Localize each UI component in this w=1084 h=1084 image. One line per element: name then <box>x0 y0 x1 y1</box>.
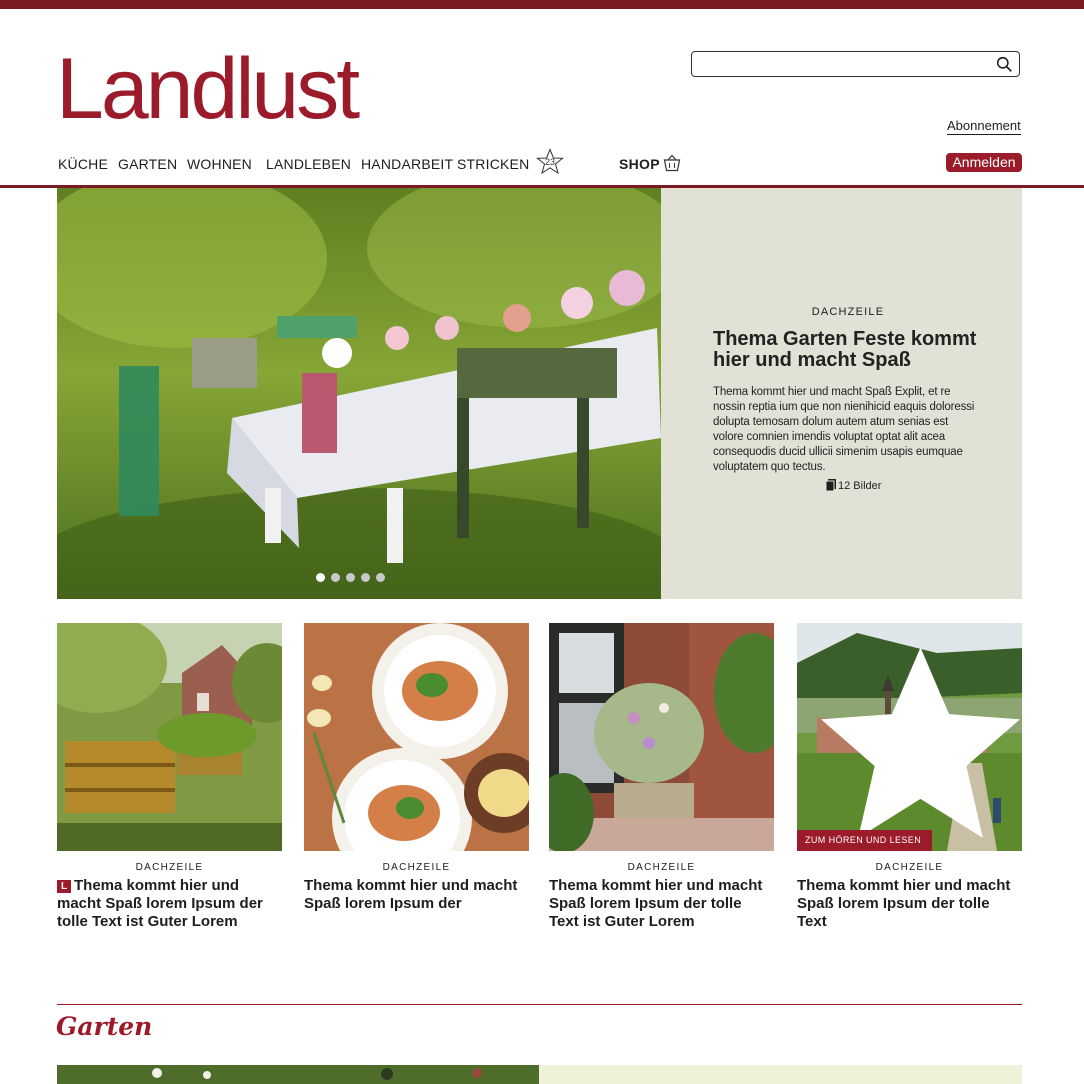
favorites-count: 23 <box>544 157 555 167</box>
section-divider <box>57 1004 1022 1005</box>
search-icon[interactable] <box>996 56 1013 73</box>
login-button[interactable]: Anmelden <box>946 153 1022 172</box>
card-kicker: DACHZEILE <box>627 862 696 873</box>
landlust-logo[interactable]: Landlust <box>56 34 386 148</box>
logo-wordmark: Landlust <box>56 41 360 137</box>
card-title[interactable]: Thema kommt hier und macht Spaß lorem Ip… <box>797 877 1022 931</box>
card-kicker: DACHZEILE <box>382 862 451 873</box>
nav-item-stricken[interactable]: STRICKEN <box>457 156 529 172</box>
slider-dot-4[interactable] <box>361 573 370 582</box>
gallery-icon <box>826 479 836 491</box>
hero-title[interactable]: Thema Garten Feste kommt hier und macht … <box>713 329 983 371</box>
shop-link[interactable]: SHOP <box>619 156 660 172</box>
card-title[interactable]: Thema kommt hier und macht Spaß lorem Ip… <box>549 877 774 931</box>
audio-read-badge: ZUM HÖREN UND LESEN <box>797 830 933 851</box>
article-card[interactable]: DACHZEILE Thema kommt hier und macht Spa… <box>304 623 529 913</box>
article-card[interactable]: ZUM HÖREN UND LESEN DACHZEILE Thema komm… <box>797 623 1022 931</box>
hero-kicker: DACHZEILE <box>811 306 885 318</box>
section-title-garten[interactable]: Garten <box>56 1012 152 1041</box>
card-title[interactable]: L Thema kommt hier und macht Spaß lorem I… <box>57 877 282 931</box>
top-accent-bar <box>0 0 1084 9</box>
search-box[interactable] <box>691 51 1020 77</box>
card-image-flower-bouquet[interactable] <box>549 623 774 851</box>
card-title[interactable]: Thema kommt hier und macht Spaß lorem Ip… <box>304 877 529 913</box>
nav-item-kueche[interactable]: KÜCHE <box>58 156 108 172</box>
favorite-star-icon[interactable] <box>808 633 1022 851</box>
garden-section-panel <box>539 1065 1022 1084</box>
slider-dot-5[interactable] <box>376 573 385 582</box>
card-kicker: DACHZEILE <box>135 862 204 873</box>
article-card[interactable]: DACHZEILE L Thema kommt hier und macht Sp… <box>57 623 282 931</box>
nav-item-landleben[interactable]: LANDLEBEN <box>266 156 351 172</box>
slider-dot-1[interactable] <box>316 573 325 582</box>
card-kicker: DACHZEILE <box>875 862 944 873</box>
garden-section-image[interactable] <box>57 1065 539 1084</box>
nav-item-handarbeit[interactable]: HANDARBEIT <box>361 156 453 172</box>
article-card[interactable]: DACHZEILE Thema kommt hier und macht Spa… <box>549 623 774 931</box>
hero-gallery-link[interactable]: 12 Bilder <box>826 479 881 492</box>
card-image-pasta[interactable] <box>304 623 529 851</box>
hero-teaser-text: Thema kommt hier und macht Spaß Explit, … <box>713 386 975 473</box>
gallery-count: 12 Bilder <box>838 480 882 492</box>
search-input[interactable] <box>698 55 978 73</box>
card-image-garden-beds[interactable] <box>57 623 282 851</box>
favorites-button[interactable]: 23 <box>536 148 564 175</box>
hero-image[interactable] <box>57 188 661 599</box>
slider-dot-3[interactable] <box>346 573 355 582</box>
card-image-vineyard-village[interactable]: ZUM HÖREN UND LESEN <box>797 623 1022 851</box>
basket-icon[interactable] <box>663 154 681 172</box>
nav-item-wohnen[interactable]: WOHNEN <box>187 156 252 172</box>
slider-dot-2[interactable] <box>331 573 340 582</box>
subscription-link[interactable]: Abonnement <box>947 118 1021 135</box>
landlust-plus-badge: L <box>57 880 71 893</box>
nav-item-garten[interactable]: GARTEN <box>118 156 177 172</box>
